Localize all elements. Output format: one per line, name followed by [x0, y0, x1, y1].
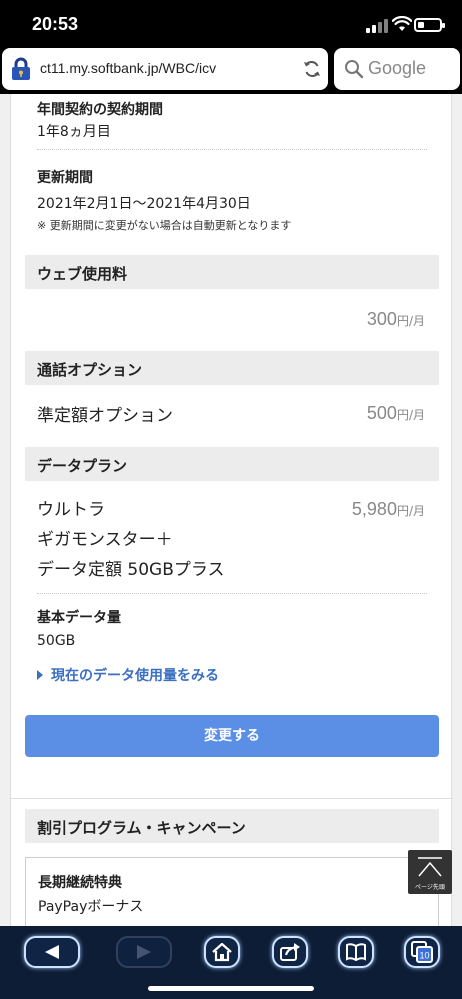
- basic-data-value: 50GB: [37, 633, 76, 649]
- renewal-period-label: 更新期間: [37, 170, 93, 186]
- call-option-title: 通話オプション: [37, 361, 143, 379]
- share-icon: [280, 943, 300, 961]
- share-button[interactable]: [272, 936, 308, 968]
- divider: [37, 593, 427, 594]
- page-content: 年間契約の契約期間 1年8ヵ月目 更新期間 2021年2月1日～2021年4月3…: [0, 94, 462, 926]
- call-option-unit: 円/月: [396, 408, 425, 422]
- discount-item-value: PayPayボーナス: [38, 899, 144, 915]
- data-plan-title: データプラン: [37, 457, 128, 475]
- call-option-header: 通話オプション: [25, 351, 439, 385]
- page-top-label: ページ先頭: [415, 884, 445, 891]
- page-top-button[interactable]: ページ先頭: [408, 850, 452, 894]
- browser-bar: ct11.my.softbank.jp/WBC/icv Google: [0, 48, 462, 94]
- contract-period-value: 1年8ヵ月目: [37, 124, 111, 140]
- basic-data-label: 基本データ量: [37, 610, 121, 626]
- chevron-up-icon: [418, 857, 442, 877]
- tabs-button[interactable]: 10: [404, 936, 440, 968]
- discount-item-label: 長期継続特典: [38, 875, 122, 891]
- web-fee-amount: 300: [366, 309, 397, 329]
- renewal-period-value: 2021年2月1日～2021年4月30日: [37, 196, 251, 212]
- renewal-note: ※ 更新期間に変更がない場合は自動更新となります: [37, 219, 292, 232]
- home-button[interactable]: [204, 936, 240, 968]
- discount-item: 長期継続特典 PayPayボーナス: [25, 857, 439, 926]
- discount-title: 割引プログラム・キャンペーン: [37, 819, 246, 837]
- battery-icon: [414, 18, 445, 32]
- data-plan-amount: 5,980: [351, 499, 397, 519]
- url-text: ct11.my.softbank.jp/WBC/icv: [40, 60, 217, 76]
- search-placeholder: Google: [368, 58, 427, 78]
- change-button[interactable]: 変更する: [25, 715, 439, 757]
- back-button[interactable]: [24, 936, 80, 968]
- lock-icon: [12, 57, 30, 80]
- tabs-count: 10: [419, 951, 429, 961]
- data-plan-unit: 円/月: [396, 504, 425, 518]
- call-option-price: 500円/月: [367, 403, 425, 424]
- web-fee-unit: 円/月: [396, 314, 425, 328]
- status-bar: 20:53: [0, 0, 462, 48]
- discount-card: 割引プログラム・キャンペーン 長期継続特典 PayPayボーナス: [10, 798, 452, 926]
- data-plan-header: データプラン: [25, 447, 439, 481]
- chevron-right-icon: [37, 670, 43, 680]
- book-icon: [346, 943, 366, 962]
- back-arrow-icon: [45, 945, 59, 959]
- divider: [37, 149, 427, 150]
- call-option-name: 準定額オプション: [37, 406, 173, 426]
- wifi-icon: [392, 16, 412, 31]
- web-fee-header: ウェブ使用料: [25, 255, 439, 289]
- forward-arrow-icon: [137, 945, 151, 959]
- web-fee-price: 300円/月: [367, 309, 425, 330]
- data-usage-link[interactable]: 現在のデータ使用量をみる: [37, 665, 219, 685]
- bookmarks-button[interactable]: [338, 936, 374, 968]
- address-bar[interactable]: ct11.my.softbank.jp/WBC/icv: [2, 48, 328, 90]
- signal-icon: [366, 19, 388, 33]
- forward-button[interactable]: [116, 936, 172, 968]
- reload-icon[interactable]: [302, 59, 322, 79]
- status-time: 20:53: [32, 14, 79, 34]
- web-fee-title: ウェブ使用料: [37, 265, 128, 283]
- data-plan-name-line: ウルトラ: [37, 500, 105, 520]
- data-plan-price: 5,980円/月: [352, 499, 425, 520]
- search-icon: [345, 60, 364, 79]
- plan-details-card: 年間契約の契約期間 1年8ヵ月目 更新期間 2021年2月1日～2021年4月3…: [10, 94, 452, 880]
- data-plan-name-line: データ定額 50GBプラス: [37, 560, 225, 580]
- search-box[interactable]: Google: [334, 48, 460, 90]
- home-indicator: [148, 986, 314, 991]
- discount-header: 割引プログラム・キャンペーン: [25, 809, 439, 843]
- home-icon: [212, 942, 232, 962]
- data-plan-name-line: ギガモンスター＋: [37, 530, 173, 550]
- contract-period-label: 年間契約の契約期間: [37, 102, 163, 118]
- call-option-amount: 500: [366, 403, 397, 423]
- tabs-icon: 10: [411, 941, 433, 963]
- data-usage-link-text: 現在のデータ使用量をみる: [51, 668, 219, 684]
